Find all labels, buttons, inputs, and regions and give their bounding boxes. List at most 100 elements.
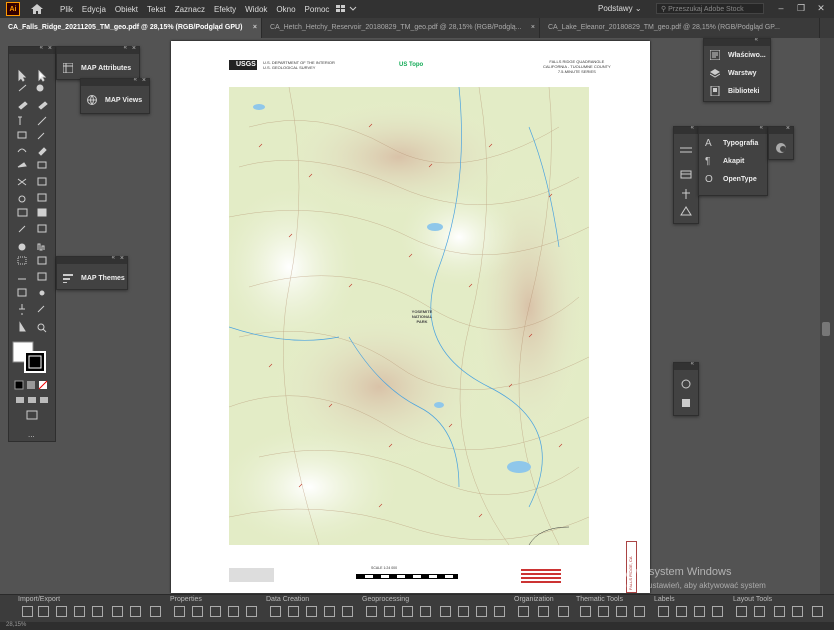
map-tool-button[interactable] xyxy=(712,606,723,617)
map-tool-button[interactable] xyxy=(288,606,299,617)
menu-file[interactable]: Plik xyxy=(60,5,73,14)
map-tool-button[interactable] xyxy=(366,606,377,617)
map-tool-button[interactable] xyxy=(792,606,803,617)
map-tool-button[interactable] xyxy=(754,606,765,617)
tab-close-icon[interactable]: × xyxy=(253,18,257,38)
map-tool-button[interactable] xyxy=(812,606,823,617)
workspace-switcher[interactable]: Podstawy ⌄ xyxy=(598,4,642,13)
layers-item[interactable]: Warstwy xyxy=(704,64,770,82)
tab-falls-ridge[interactable]: CA_Falls_Ridge_20211205_TM_geo.pdf @ 28,… xyxy=(0,18,262,38)
libraries-item[interactable]: Biblioteki xyxy=(704,82,770,100)
character-item[interactable]: A Typografia xyxy=(699,134,767,152)
paragraph-item[interactable]: ¶ Akapit xyxy=(699,152,767,170)
artboard[interactable]: USGS U.S. DEPARTMENT OF THE INTERIOR U.S… xyxy=(171,41,650,593)
map-tool-button[interactable] xyxy=(774,606,785,617)
map-tool-button[interactable] xyxy=(736,606,747,617)
attribute-table-icon xyxy=(63,63,73,73)
panel-icons[interactable] xyxy=(679,145,693,221)
tab-hetch-hetchy[interactable]: CA_Hetch_Hetchy_Reservoir_20180829_TM_ge… xyxy=(262,18,540,38)
tab-close-icon[interactable]: × xyxy=(531,18,535,38)
arrange-documents-icon[interactable] xyxy=(336,4,358,14)
home-icon[interactable] xyxy=(30,3,44,15)
map-tool-button[interactable] xyxy=(174,606,185,617)
panel-header[interactable]: « xyxy=(674,125,698,134)
close-window-button[interactable]: ✕ xyxy=(816,3,826,13)
scrollbar-thumb[interactable] xyxy=(822,322,830,336)
menu-type[interactable]: Tekst xyxy=(147,5,166,14)
map-tool-button[interactable] xyxy=(306,606,317,617)
panel-header[interactable]: × xyxy=(769,125,793,134)
map-tool-button[interactable] xyxy=(92,606,103,617)
map-tool-button[interactable] xyxy=(558,606,569,617)
map-tool-button[interactable] xyxy=(634,606,645,617)
map-tool-button[interactable] xyxy=(130,606,141,617)
panel-header[interactable]: « xyxy=(699,125,767,134)
map-tool-button[interactable] xyxy=(246,606,257,617)
layers-icon xyxy=(710,69,720,78)
map-tool-button[interactable] xyxy=(112,606,123,617)
tools-icon-grid[interactable]: ... xyxy=(9,57,55,441)
map-tool-button[interactable] xyxy=(74,606,85,617)
map-tool-button[interactable] xyxy=(476,606,487,617)
topographic-map[interactable]: YOSEMITE NATIONAL PARK xyxy=(229,87,589,545)
map-views-label: MAP Views xyxy=(105,96,143,104)
map-tool-button[interactable] xyxy=(676,606,687,617)
menu-select[interactable]: Zaznacz xyxy=(175,5,205,14)
menu-edit[interactable]: Edycja xyxy=(82,5,106,14)
map-themes-item[interactable]: MAP Themes xyxy=(57,269,127,287)
menu-window[interactable]: Okno xyxy=(276,5,295,14)
map-tool-button[interactable] xyxy=(458,606,469,617)
map-tool-button[interactable] xyxy=(384,606,395,617)
map-tool-button[interactable] xyxy=(658,606,669,617)
producer-note xyxy=(229,568,274,582)
minimize-button[interactable]: – xyxy=(776,3,786,13)
map-tool-button[interactable] xyxy=(538,606,549,617)
panel-header[interactable]: « xyxy=(674,361,698,370)
vertical-scrollbar[interactable] xyxy=(820,38,834,594)
menu-help[interactable]: Pomoc xyxy=(305,5,330,14)
map-tool-button[interactable] xyxy=(342,606,353,617)
map-tool-button[interactable] xyxy=(150,606,161,617)
panel-header[interactable]: «× xyxy=(57,45,139,54)
map-tool-button[interactable] xyxy=(228,606,239,617)
graphic-styles-icons[interactable] xyxy=(679,379,693,413)
map-tool-button[interactable] xyxy=(580,606,591,617)
app-logo[interactable]: Ai xyxy=(6,2,20,16)
status-bar: 28,15% xyxy=(0,622,834,630)
map-tool-button[interactable] xyxy=(518,606,529,617)
properties-item[interactable]: Właściwo... xyxy=(704,46,770,64)
stock-search-input[interactable]: ⚲ Przeszukaj Adobe Stock xyxy=(656,3,764,14)
tab-lake-eleanor[interactable]: CA_Lake_Eleanor_20180829_TM_geo.pdf @ 28… xyxy=(540,18,820,38)
restore-button[interactable]: ❐ xyxy=(796,3,806,13)
map-tool-button[interactable] xyxy=(616,606,627,617)
map-tool-button[interactable] xyxy=(440,606,451,617)
map-tool-button[interactable] xyxy=(598,606,609,617)
map-tool-button[interactable] xyxy=(694,606,705,617)
map-tool-button[interactable] xyxy=(420,606,431,617)
map-tool-button[interactable] xyxy=(192,606,203,617)
search-placeholder: Przeszukaj Adobe Stock xyxy=(668,6,744,13)
map-tool-button[interactable] xyxy=(22,606,33,617)
menu-object[interactable]: Obiekt xyxy=(115,5,138,14)
map-tool-button[interactable] xyxy=(270,606,281,617)
appearance-icon[interactable] xyxy=(774,141,788,155)
map-tool-button[interactable] xyxy=(402,606,413,617)
map-attributes-item[interactable]: MAP Attributes xyxy=(57,59,139,77)
panel-header[interactable]: « xyxy=(704,37,770,46)
map-tool-button[interactable] xyxy=(494,606,505,617)
map-tool-button[interactable] xyxy=(324,606,335,617)
tools-panel-header[interactable]: «× xyxy=(9,45,55,54)
graphic-styles-panel: « xyxy=(673,361,699,416)
zoom-level[interactable]: 28,15% xyxy=(6,622,26,628)
tools-panel: «× ... xyxy=(8,45,56,442)
menu-bar: Ai Plik Edycja Obiekt Tekst Zaznacz Efek… xyxy=(0,0,834,18)
panel-header[interactable]: «× xyxy=(57,255,127,264)
map-tool-button[interactable] xyxy=(210,606,221,617)
menu-view[interactable]: Widok xyxy=(245,5,267,14)
menu-effects[interactable]: Efekty xyxy=(214,5,236,14)
opentype-item[interactable]: O OpenType xyxy=(699,170,767,188)
map-tool-button[interactable] xyxy=(56,606,67,617)
map-tool-button[interactable] xyxy=(38,606,49,617)
map-views-item[interactable]: MAP Views xyxy=(81,91,149,109)
panel-header[interactable]: «× xyxy=(81,77,149,86)
